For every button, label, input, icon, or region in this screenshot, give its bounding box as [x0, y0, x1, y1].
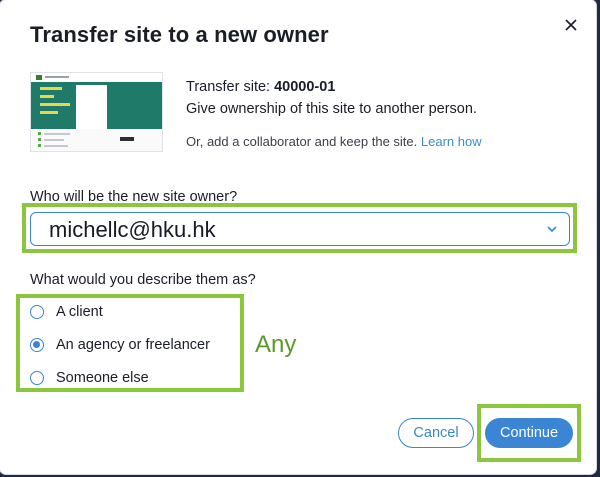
annotation-any: Any — [255, 331, 297, 358]
transfer-site-label: Transfer site: — [186, 79, 271, 95]
chevron-down-icon — [547, 226, 557, 233]
radio-option-agency[interactable]: An agency or freelancer — [30, 337, 210, 353]
site-thumbnail — [30, 72, 163, 152]
site-id: 40000-01 — [274, 79, 336, 95]
cancel-button[interactable]: Cancel — [398, 418, 474, 448]
radio-option-label: A client — [56, 304, 103, 320]
radio-option-label: An agency or freelancer — [56, 337, 210, 353]
describe-question: What would you describe them as? — [30, 272, 256, 288]
radio-icon[interactable] — [30, 371, 44, 385]
radio-icon[interactable] — [30, 305, 44, 319]
continue-button[interactable]: Continue — [485, 418, 573, 448]
radio-option-client[interactable]: A client — [30, 304, 103, 320]
collaborator-text: Or, add a collaborator and keep the site… — [186, 134, 418, 149]
close-icon — [565, 19, 577, 31]
collaborator-hint: Or, add a collaborator and keep the site… — [186, 134, 482, 149]
dialog-title: Transfer site to a new owner — [30, 22, 329, 47]
close-button[interactable] — [560, 14, 582, 36]
new-owner-select[interactable]: michellc@hku.hk — [30, 212, 570, 246]
new-owner-value: michellc@hku.hk — [49, 217, 216, 242]
site-info: Transfer site: 40000-01 Give ownership o… — [186, 77, 482, 149]
transfer-site-dialog: Transfer site to a new owner Transfer si… — [0, 0, 596, 474]
radio-option-label: Someone else — [56, 370, 149, 386]
radio-selected-icon[interactable] — [30, 338, 44, 352]
site-description: Give ownership of this site to another p… — [186, 101, 477, 117]
learn-how-link[interactable]: Learn how — [421, 134, 482, 149]
radio-option-someone-else[interactable]: Someone else — [30, 370, 149, 386]
